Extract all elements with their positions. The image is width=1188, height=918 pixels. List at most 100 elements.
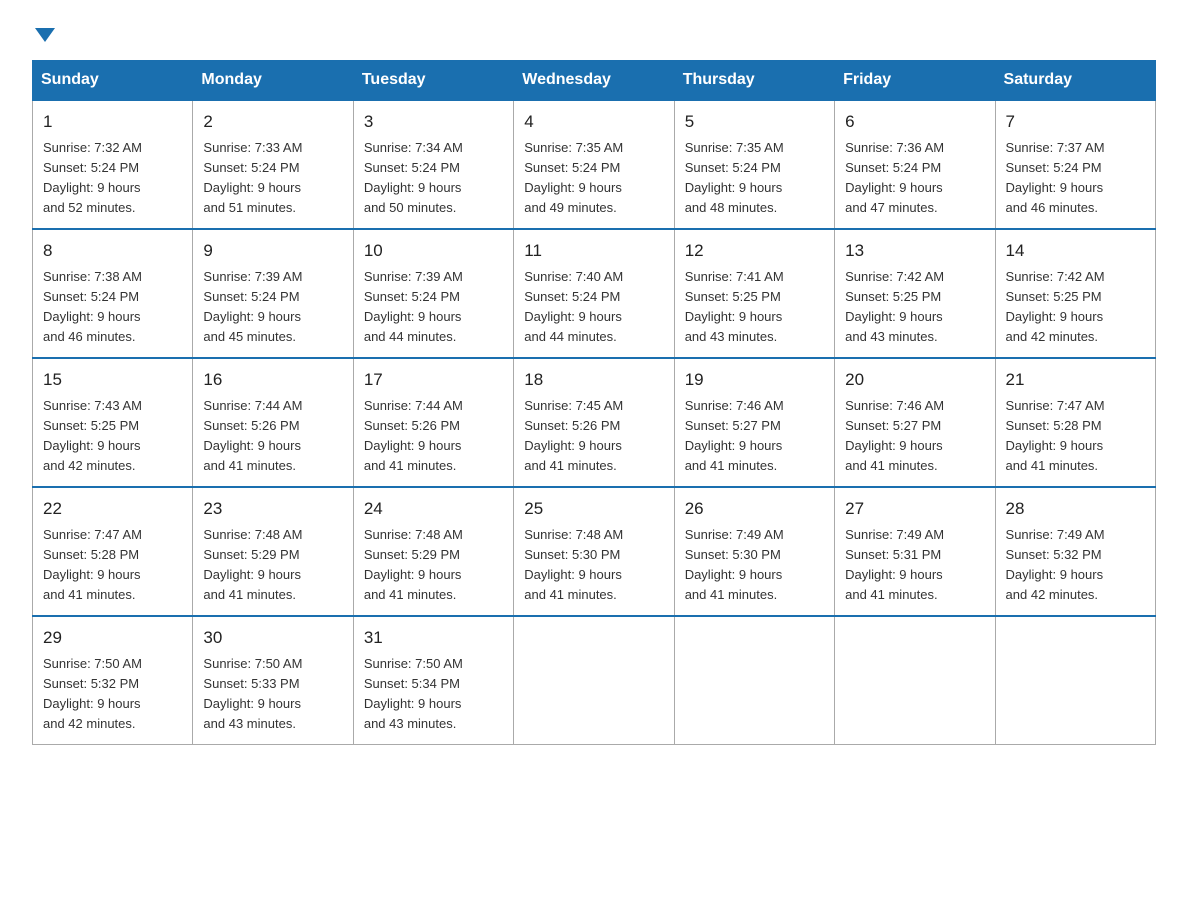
calendar-day-23: 23 Sunrise: 7:48 AMSunset: 5:29 PMDayligh… xyxy=(193,487,353,616)
calendar-day-26: 26 Sunrise: 7:49 AMSunset: 5:30 PMDayligh… xyxy=(674,487,834,616)
day-info: Sunrise: 7:37 AMSunset: 5:24 PMDaylight:… xyxy=(1006,138,1145,219)
day-info: Sunrise: 7:40 AMSunset: 5:24 PMDaylight:… xyxy=(524,267,663,348)
day-number: 16 xyxy=(203,367,342,393)
calendar-week-3: 15 Sunrise: 7:43 AMSunset: 5:25 PMDayligh… xyxy=(33,358,1156,487)
day-info: Sunrise: 7:48 AMSunset: 5:29 PMDaylight:… xyxy=(364,525,503,606)
day-info: Sunrise: 7:35 AMSunset: 5:24 PMDaylight:… xyxy=(685,138,824,219)
calendar-empty xyxy=(835,616,995,745)
weekday-header-sunday: Sunday xyxy=(33,61,193,101)
calendar-day-19: 19 Sunrise: 7:46 AMSunset: 5:27 PMDayligh… xyxy=(674,358,834,487)
day-number: 4 xyxy=(524,109,663,135)
day-info: Sunrise: 7:50 AMSunset: 5:33 PMDaylight:… xyxy=(203,654,342,735)
calendar-week-4: 22 Sunrise: 7:47 AMSunset: 5:28 PMDayligh… xyxy=(33,487,1156,616)
day-number: 21 xyxy=(1006,367,1145,393)
day-number: 3 xyxy=(364,109,503,135)
calendar-day-30: 30 Sunrise: 7:50 AMSunset: 5:33 PMDayligh… xyxy=(193,616,353,745)
day-number: 19 xyxy=(685,367,824,393)
day-info: Sunrise: 7:48 AMSunset: 5:29 PMDaylight:… xyxy=(203,525,342,606)
calendar-day-31: 31Sunrise: 7:50 AMSunset: 5:34 PMDayligh… xyxy=(353,616,513,745)
day-info: Sunrise: 7:48 AMSunset: 5:30 PMDaylight:… xyxy=(524,525,663,606)
day-number: 1 xyxy=(43,109,182,135)
calendar-day-22: 22 Sunrise: 7:47 AMSunset: 5:28 PMDayligh… xyxy=(33,487,193,616)
day-number: 9 xyxy=(203,238,342,264)
day-number: 2 xyxy=(203,109,342,135)
calendar-day-4: 4 Sunrise: 7:35 AMSunset: 5:24 PMDaylight… xyxy=(514,100,674,229)
day-info: Sunrise: 7:39 AMSunset: 5:24 PMDaylight:… xyxy=(364,267,503,348)
day-number: 26 xyxy=(685,496,824,522)
calendar-week-1: 1 Sunrise: 7:32 AMSunset: 5:24 PMDaylight… xyxy=(33,100,1156,229)
logo-arrow-icon xyxy=(35,28,55,42)
calendar-day-16: 16 Sunrise: 7:44 AMSunset: 5:26 PMDayligh… xyxy=(193,358,353,487)
day-number: 15 xyxy=(43,367,182,393)
day-info: Sunrise: 7:43 AMSunset: 5:25 PMDaylight:… xyxy=(43,396,182,477)
day-info: Sunrise: 7:50 AMSunset: 5:32 PMDaylight:… xyxy=(43,654,182,735)
calendar-day-8: 8 Sunrise: 7:38 AMSunset: 5:24 PMDaylight… xyxy=(33,229,193,358)
day-number: 25 xyxy=(524,496,663,522)
day-info: Sunrise: 7:42 AMSunset: 5:25 PMDaylight:… xyxy=(845,267,984,348)
day-info: Sunrise: 7:46 AMSunset: 5:27 PMDaylight:… xyxy=(845,396,984,477)
day-number: 10 xyxy=(364,238,503,264)
calendar-day-9: 9 Sunrise: 7:39 AMSunset: 5:24 PMDaylight… xyxy=(193,229,353,358)
day-info: Sunrise: 7:35 AMSunset: 5:24 PMDaylight:… xyxy=(524,138,663,219)
day-number: 27 xyxy=(845,496,984,522)
day-number: 28 xyxy=(1006,496,1145,522)
weekday-header-row: SundayMondayTuesdayWednesdayThursdayFrid… xyxy=(33,61,1156,101)
calendar-day-3: 3 Sunrise: 7:34 AMSunset: 5:24 PMDaylight… xyxy=(353,100,513,229)
day-info: Sunrise: 7:45 AMSunset: 5:26 PMDaylight:… xyxy=(524,396,663,477)
calendar-day-15: 15 Sunrise: 7:43 AMSunset: 5:25 PMDayligh… xyxy=(33,358,193,487)
day-number: 8 xyxy=(43,238,182,264)
calendar-day-2: 2 Sunrise: 7:33 AMSunset: 5:24 PMDaylight… xyxy=(193,100,353,229)
day-info: Sunrise: 7:34 AMSunset: 5:24 PMDaylight:… xyxy=(364,138,503,219)
day-info: Sunrise: 7:49 AMSunset: 5:31 PMDaylight:… xyxy=(845,525,984,606)
day-info: Sunrise: 7:47 AMSunset: 5:28 PMDaylight:… xyxy=(43,525,182,606)
day-number: 17 xyxy=(364,367,503,393)
day-number: 29 xyxy=(43,625,182,651)
weekday-header-thursday: Thursday xyxy=(674,61,834,101)
day-info: Sunrise: 7:32 AMSunset: 5:24 PMDaylight:… xyxy=(43,138,182,219)
day-info: Sunrise: 7:44 AMSunset: 5:26 PMDaylight:… xyxy=(203,396,342,477)
day-info: Sunrise: 7:39 AMSunset: 5:24 PMDaylight:… xyxy=(203,267,342,348)
calendar-day-5: 5 Sunrise: 7:35 AMSunset: 5:24 PMDaylight… xyxy=(674,100,834,229)
day-info: Sunrise: 7:49 AMSunset: 5:32 PMDaylight:… xyxy=(1006,525,1145,606)
calendar-day-12: 12Sunrise: 7:41 AMSunset: 5:25 PMDayligh… xyxy=(674,229,834,358)
calendar-empty xyxy=(514,616,674,745)
calendar-table: SundayMondayTuesdayWednesdayThursdayFrid… xyxy=(32,60,1156,745)
calendar-day-24: 24 Sunrise: 7:48 AMSunset: 5:29 PMDayligh… xyxy=(353,487,513,616)
weekday-header-saturday: Saturday xyxy=(995,61,1155,101)
day-info: Sunrise: 7:42 AMSunset: 5:25 PMDaylight:… xyxy=(1006,267,1145,348)
day-number: 22 xyxy=(43,496,182,522)
weekday-header-wednesday: Wednesday xyxy=(514,61,674,101)
calendar-day-29: 29 Sunrise: 7:50 AMSunset: 5:32 PMDayligh… xyxy=(33,616,193,745)
day-info: Sunrise: 7:36 AMSunset: 5:24 PMDaylight:… xyxy=(845,138,984,219)
calendar-day-17: 17Sunrise: 7:44 AMSunset: 5:26 PMDayligh… xyxy=(353,358,513,487)
calendar-week-2: 8 Sunrise: 7:38 AMSunset: 5:24 PMDaylight… xyxy=(33,229,1156,358)
calendar-day-25: 25 Sunrise: 7:48 AMSunset: 5:30 PMDayligh… xyxy=(514,487,674,616)
calendar-day-28: 28 Sunrise: 7:49 AMSunset: 5:32 PMDayligh… xyxy=(995,487,1155,616)
calendar-week-5: 29 Sunrise: 7:50 AMSunset: 5:32 PMDayligh… xyxy=(33,616,1156,745)
calendar-day-6: 6Sunrise: 7:36 AMSunset: 5:24 PMDaylight… xyxy=(835,100,995,229)
day-info: Sunrise: 7:47 AMSunset: 5:28 PMDaylight:… xyxy=(1006,396,1145,477)
calendar-day-21: 21 Sunrise: 7:47 AMSunset: 5:28 PMDayligh… xyxy=(995,358,1155,487)
calendar-day-20: 20 Sunrise: 7:46 AMSunset: 5:27 PMDayligh… xyxy=(835,358,995,487)
calendar-empty xyxy=(674,616,834,745)
calendar-empty xyxy=(995,616,1155,745)
weekday-header-monday: Monday xyxy=(193,61,353,101)
weekday-header-friday: Friday xyxy=(835,61,995,101)
day-info: Sunrise: 7:38 AMSunset: 5:24 PMDaylight:… xyxy=(43,267,182,348)
weekday-header-tuesday: Tuesday xyxy=(353,61,513,101)
day-number: 13 xyxy=(845,238,984,264)
calendar-day-14: 14Sunrise: 7:42 AMSunset: 5:25 PMDayligh… xyxy=(995,229,1155,358)
day-number: 23 xyxy=(203,496,342,522)
calendar-day-1: 1 Sunrise: 7:32 AMSunset: 5:24 PMDaylight… xyxy=(33,100,193,229)
day-info: Sunrise: 7:49 AMSunset: 5:30 PMDaylight:… xyxy=(685,525,824,606)
day-info: Sunrise: 7:46 AMSunset: 5:27 PMDaylight:… xyxy=(685,396,824,477)
day-number: 24 xyxy=(364,496,503,522)
day-number: 11 xyxy=(524,238,663,264)
day-number: 5 xyxy=(685,109,824,135)
day-number: 30 xyxy=(203,625,342,651)
day-info: Sunrise: 7:33 AMSunset: 5:24 PMDaylight:… xyxy=(203,138,342,219)
calendar-day-27: 27 Sunrise: 7:49 AMSunset: 5:31 PMDayligh… xyxy=(835,487,995,616)
day-number: 18 xyxy=(524,367,663,393)
day-number: 20 xyxy=(845,367,984,393)
page-header xyxy=(32,24,1156,42)
